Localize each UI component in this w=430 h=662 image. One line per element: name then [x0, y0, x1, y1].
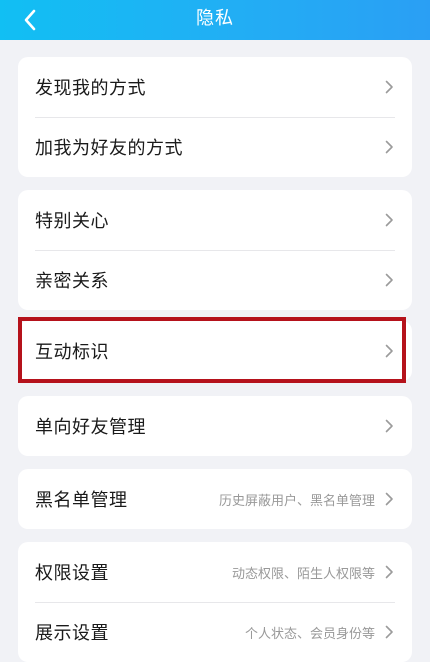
settings-group-blacklist: 黑名单管理 历史屏蔽用户、黑名单管理	[18, 469, 412, 529]
settings-group-relations: 特别关心 亲密关系	[18, 190, 412, 310]
settings-item-label: 黑名单管理	[35, 490, 128, 511]
chevron-right-icon	[385, 273, 394, 287]
settings-group-discovery: 发现我的方式 加我为好友的方式	[18, 57, 412, 177]
top-bar: 隐私	[0, 0, 430, 40]
chevron-right-icon	[385, 492, 394, 506]
settings-item-value: 历史屏蔽用户、黑名单管理	[218, 493, 375, 509]
settings-group-permissions: 权限设置 动态权限、陌生人权限等 展示设置 个人状态、会员身份等	[18, 542, 412, 662]
chevron-right-icon	[385, 344, 394, 358]
settings-item-intimate-relation[interactable]: 亲密关系	[18, 250, 412, 310]
chevron-right-icon	[385, 625, 394, 639]
settings-item-label: 权限设置	[35, 563, 109, 584]
settings-item-display[interactable]: 展示设置 个人状态、会员身份等	[18, 602, 412, 662]
settings-item-label: 展示设置	[35, 623, 109, 644]
settings-item-label: 加我为好友的方式	[35, 138, 183, 159]
settings-item-label: 互动标识	[35, 342, 109, 363]
settings-group-oneway: 单向好友管理	[18, 396, 412, 456]
settings-item-permissions[interactable]: 权限设置 动态权限、陌生人权限等	[18, 542, 412, 602]
settings-item-blacklist[interactable]: 黑名单管理 历史屏蔽用户、黑名单管理	[18, 469, 412, 529]
settings-item-value: 动态权限、陌生人权限等	[231, 566, 375, 582]
settings-item-add-friend[interactable]: 加我为好友的方式	[18, 117, 412, 177]
settings-item-discover-me[interactable]: 发现我的方式	[18, 57, 412, 117]
settings-item-interaction-badge[interactable]: 互动标识	[18, 321, 412, 381]
chevron-right-icon	[385, 419, 394, 433]
chevron-right-icon	[385, 213, 394, 227]
settings-item-oneway-friends[interactable]: 单向好友管理	[18, 396, 412, 456]
chevron-right-icon	[385, 565, 394, 579]
settings-item-special-care[interactable]: 特别关心	[18, 190, 412, 250]
settings-item-label: 发现我的方式	[35, 78, 146, 99]
chevron-right-icon	[385, 80, 394, 94]
settings-item-value: 个人状态、会员身份等	[244, 626, 375, 642]
settings-item-label: 特别关心	[35, 211, 109, 232]
chevron-right-icon	[385, 140, 394, 154]
settings-group-interaction: 互动标识	[18, 321, 412, 381]
page-title: 隐私	[196, 8, 234, 29]
settings-item-label: 亲密关系	[35, 271, 109, 292]
settings-item-label: 单向好友管理	[35, 417, 146, 438]
